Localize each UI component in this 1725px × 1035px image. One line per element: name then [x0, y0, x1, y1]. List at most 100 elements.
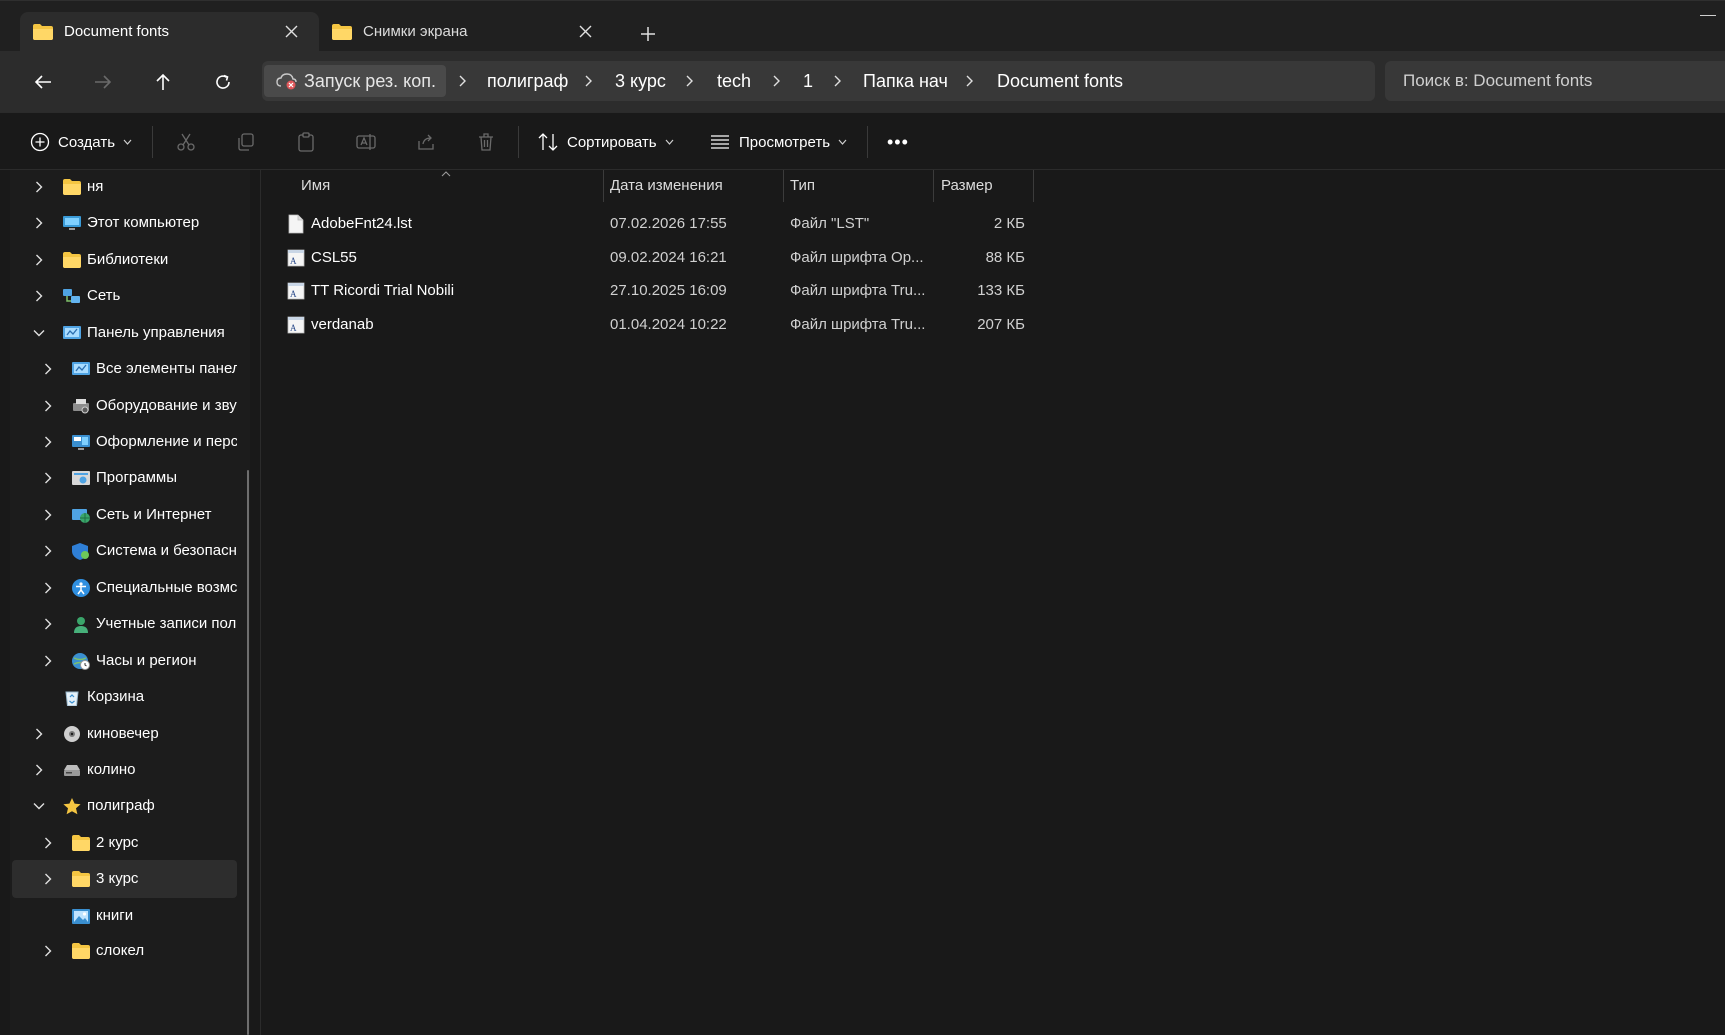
sidebar-item-label: книги — [96, 907, 134, 924]
sidebar-item[interactable]: Система и безопасн — [12, 532, 237, 570]
breadcrumb-1[interactable]: 1 — [803, 61, 813, 101]
create-button[interactable]: Создать — [30, 127, 132, 157]
share-button[interactable] — [412, 128, 440, 156]
chevron-right-icon[interactable] — [42, 945, 54, 957]
tab-screenshots[interactable]: Снимки экрана — [319, 12, 613, 52]
cut-button[interactable] — [172, 128, 200, 156]
delete-button[interactable] — [472, 128, 500, 156]
address-bar[interactable]: Запуск рез. коп. полиграф 3 курс tech 1 … — [262, 61, 1375, 101]
sidebar-item[interactable]: киновечер — [12, 715, 237, 753]
column-divider[interactable] — [1033, 170, 1034, 202]
column-divider[interactable] — [933, 170, 934, 202]
chevron-right-icon[interactable] — [42, 873, 54, 885]
file-name: CSL55 — [311, 249, 357, 266]
sidebar-item[interactable]: Специальные возмс — [12, 569, 237, 607]
sidebar-item[interactable]: Программы — [12, 459, 237, 497]
chevron-right-icon[interactable] — [33, 181, 45, 193]
sidebar-item[interactable]: 2 курс — [12, 824, 237, 862]
trash-icon — [479, 133, 493, 151]
sidebar-item[interactable]: Сеть — [12, 277, 237, 315]
column-header-size[interactable]: Размер — [941, 170, 993, 202]
sidebar-item-label: Оформление и перс — [96, 433, 237, 450]
sidebar-item[interactable]: Часы и регион — [12, 642, 237, 680]
chevron-right-icon — [686, 75, 693, 87]
chevron-right-icon[interactable] — [33, 254, 45, 266]
forward-button[interactable] — [87, 66, 119, 98]
minimize-button[interactable] — [1700, 15, 1716, 16]
file-row[interactable]: A TT Ricordi Trial Nobili 27.10.2025 16:09… — [261, 272, 1031, 309]
close-tab-icon[interactable] — [281, 21, 301, 41]
up-button[interactable] — [147, 66, 179, 98]
chevron-down-icon[interactable] — [33, 800, 45, 812]
control-panel-icon — [72, 362, 90, 375]
file-size: 88 КБ — [985, 249, 1025, 266]
sidebar-item[interactable]: книги — [12, 897, 237, 935]
file-row[interactable]: A CSL55 09.02.2024 16:21 Файл шрифта Op... 8… — [261, 239, 1031, 276]
sidebar-item[interactable]: Этот компьютер — [12, 204, 237, 242]
back-button[interactable] — [27, 66, 59, 98]
chevron-right-icon[interactable] — [42, 436, 54, 448]
chevron-down-icon[interactable] — [33, 327, 45, 339]
breadcrumb-backup[interactable]: Запуск рез. коп. — [264, 65, 447, 97]
sidebar-item-label: Система и безопасн — [96, 542, 237, 559]
sidebar-item[interactable]: Оформление и перс — [12, 423, 237, 461]
sidebar-item[interactable]: Оборудование и зву — [12, 387, 237, 425]
chevron-right-icon[interactable] — [33, 217, 45, 229]
sidebar-item[interactable]: ня — [12, 170, 237, 206]
sidebar-item[interactable]: Библиотеки — [12, 241, 237, 279]
tab-document-fonts[interactable]: Document fonts — [20, 12, 319, 52]
chevron-right-icon[interactable] — [33, 764, 45, 776]
chevron-right-icon[interactable] — [42, 618, 54, 630]
column-divider[interactable] — [783, 170, 784, 202]
view-button[interactable]: Просмотреть — [709, 127, 847, 157]
file-row[interactable]: Averdanab 01.04.2024 10:22 Файл шрифта Tru… — [261, 306, 1031, 343]
breadcrumb-poligraf[interactable]: полиграф — [487, 61, 568, 101]
sidebar-item[interactable]: Панель управления — [12, 314, 237, 352]
picture-icon — [72, 909, 90, 924]
sidebar-item-label: 2 курс — [96, 834, 139, 851]
sidebar-item-label: Панель управления — [87, 324, 225, 341]
breadcrumb-papka-nach[interactable]: Папка нач — [863, 61, 948, 101]
sidebar-item[interactable]: колино — [12, 751, 237, 789]
sidebar-item[interactable]: слокел — [12, 932, 237, 970]
chevron-right-icon[interactable] — [42, 582, 54, 594]
chevron-right-icon — [585, 75, 592, 87]
sidebar-scrollbar[interactable] — [247, 470, 249, 1035]
sort-button[interactable]: Сортировать — [537, 127, 674, 157]
sidebar-item[interactable]: Корзина — [12, 678, 237, 716]
rename-button[interactable] — [352, 128, 380, 156]
chevron-right-icon[interactable] — [33, 290, 45, 302]
refresh-button[interactable] — [207, 66, 239, 98]
sidebar-item[interactable]: Сеть и Интернет — [12, 496, 237, 534]
column-header-type[interactable]: Тип — [790, 170, 815, 202]
chevron-right-icon[interactable] — [42, 837, 54, 849]
column-header-date[interactable]: Дата изменения — [610, 170, 723, 202]
chevron-right-icon[interactable] — [33, 728, 45, 740]
search-box[interactable] — [1385, 61, 1725, 101]
new-tab-button[interactable] — [635, 21, 661, 47]
column-divider[interactable] — [603, 170, 604, 202]
file-row[interactable]: AdobeFnt24.lst 07.02.2026 17:55 Файл "LST"… — [261, 205, 1031, 242]
chevron-right-icon[interactable] — [42, 400, 54, 412]
sidebar-item[interactable]: Все элементы панел — [12, 350, 237, 388]
chevron-right-icon[interactable] — [42, 472, 54, 484]
sidebar-item[interactable]: полиграф — [12, 787, 237, 825]
column-header-name[interactable]: Имя — [301, 170, 330, 202]
breadcrumb-document-fonts[interactable]: Document fonts — [997, 61, 1123, 101]
list-view-icon — [711, 135, 729, 149]
programs-icon — [72, 471, 90, 485]
search-input[interactable] — [1403, 61, 1723, 101]
sidebar-item[interactable]: 3 курс — [12, 860, 237, 898]
more-options-button[interactable]: ••• — [887, 127, 909, 157]
chevron-right-icon[interactable] — [42, 363, 54, 375]
breadcrumb-3-kurs[interactable]: 3 курс — [615, 61, 666, 101]
chevron-right-icon[interactable] — [42, 655, 54, 667]
sidebar-item[interactable]: Учетные записи пол — [12, 605, 237, 643]
breadcrumb-tech[interactable]: tech — [717, 61, 751, 101]
network-icon — [63, 289, 80, 303]
copy-button[interactable] — [232, 128, 260, 156]
close-tab-icon[interactable] — [575, 21, 595, 41]
chevron-right-icon[interactable] — [42, 545, 54, 557]
chevron-right-icon[interactable] — [42, 509, 54, 521]
paste-button[interactable] — [292, 128, 320, 156]
